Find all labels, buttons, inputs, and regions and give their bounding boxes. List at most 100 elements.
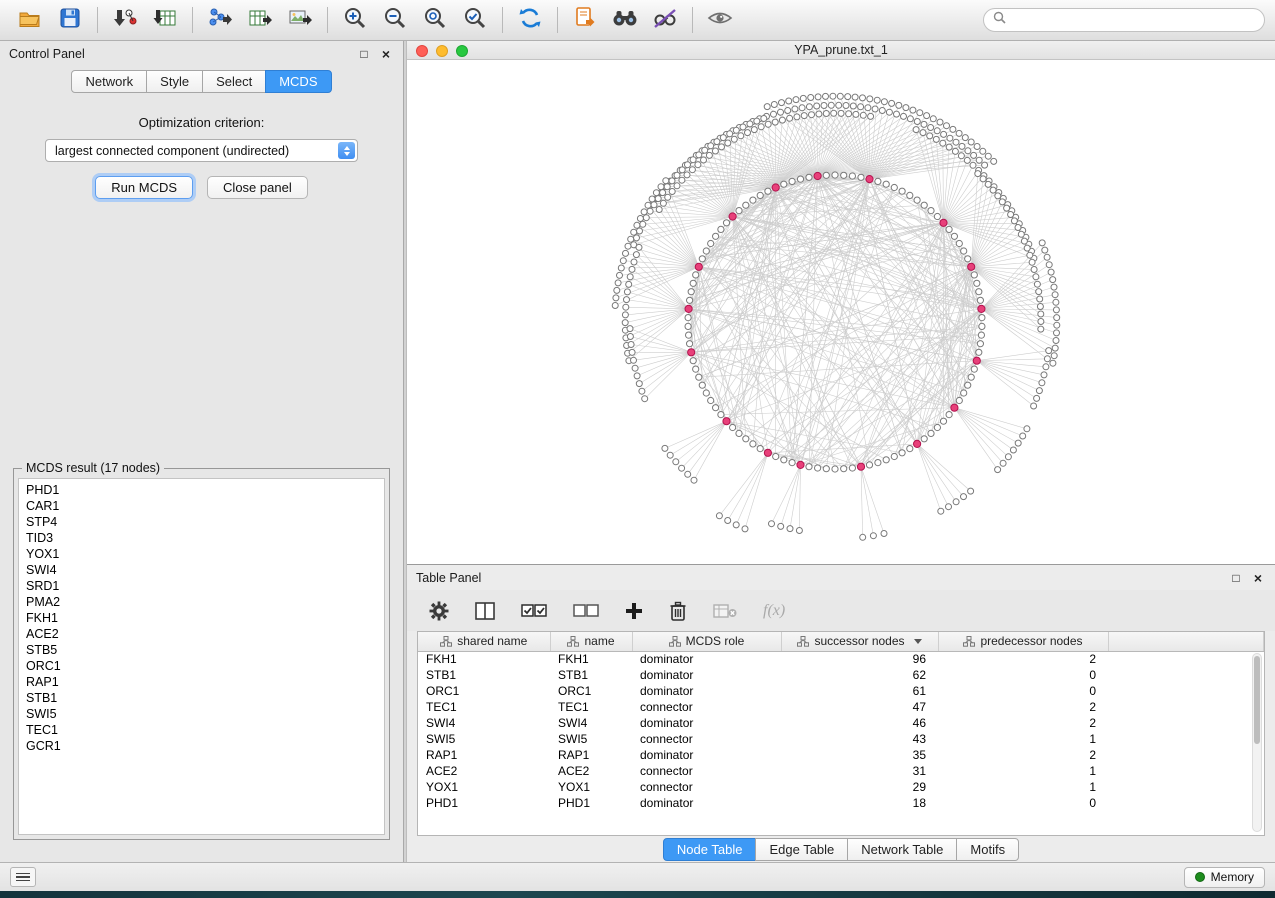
table-row[interactable]: ORC1ORC1dominator610	[418, 683, 1264, 699]
open-folder-button[interactable]	[10, 4, 50, 36]
tab-mcds[interactable]: MCDS	[265, 70, 331, 93]
export-network-button[interactable]	[200, 4, 240, 36]
table-row[interactable]: PHD1PHD1dominator180	[418, 795, 1264, 811]
zoom-selected-button[interactable]	[455, 4, 495, 36]
table-row[interactable]: RAP1RAP1dominator352	[418, 747, 1264, 763]
minimize-window-icon[interactable]	[436, 45, 448, 57]
clear-table-button[interactable]	[713, 598, 737, 624]
table-settings-button[interactable]	[429, 598, 449, 624]
table-row[interactable]: TEC1TEC1connector472	[418, 699, 1264, 715]
tab-edge-table[interactable]: Edge Table	[755, 838, 848, 861]
result-node-item[interactable]: PHD1	[26, 482, 377, 498]
result-node-item[interactable]: ACE2	[26, 626, 377, 642]
function-builder-button[interactable]: f(x)	[763, 598, 785, 624]
result-node-item[interactable]: STB5	[26, 642, 377, 658]
toolbar-separator	[97, 7, 98, 33]
show-columns-button[interactable]	[475, 598, 495, 624]
run-mcds-button[interactable]: Run MCDS	[95, 176, 193, 199]
column-type-icon	[440, 636, 452, 647]
select-all-button[interactable]	[521, 598, 547, 624]
result-node-item[interactable]: TID3	[26, 530, 377, 546]
zoom-fit-button[interactable]	[415, 4, 455, 36]
export-table-button[interactable]	[240, 4, 280, 36]
float-panel-icon[interactable]: □	[1228, 570, 1244, 586]
network-titlebar[interactable]: YPA_prune.txt_1	[407, 41, 1275, 60]
result-node-item[interactable]: FKH1	[26, 610, 377, 626]
table-cell: 62	[781, 667, 938, 683]
tab-motifs[interactable]: Motifs	[956, 838, 1019, 861]
tab-node-table[interactable]: Node Table	[663, 838, 757, 861]
export-image-button[interactable]	[280, 4, 320, 36]
clone-network-button[interactable]	[565, 4, 605, 36]
column-header-predecessor-nodes[interactable]: predecessor nodes	[938, 632, 1108, 651]
tab-network-table[interactable]: Network Table	[847, 838, 957, 861]
zoom-in-icon	[343, 6, 367, 35]
dropdown-value: largest connected component (undirected)	[55, 144, 289, 158]
result-node-item[interactable]: GCR1	[26, 738, 377, 754]
refresh-button[interactable]	[510, 4, 550, 36]
table-cell-filler	[1108, 699, 1264, 715]
zoom-out-button[interactable]	[375, 4, 415, 36]
tab-network[interactable]: Network	[71, 70, 147, 93]
result-node-item[interactable]: RAP1	[26, 674, 377, 690]
hide-annotations-button[interactable]	[645, 4, 685, 36]
memory-button[interactable]: Memory	[1184, 867, 1265, 888]
column-label: shared name	[457, 634, 527, 648]
toolbar-separator	[192, 7, 193, 33]
clone-network-icon	[573, 6, 597, 35]
find-button[interactable]	[605, 4, 645, 36]
table-cell: dominator	[632, 795, 781, 811]
network-svg[interactable]	[407, 60, 1273, 562]
dropdown-stepper-icon	[338, 142, 355, 159]
tab-select[interactable]: Select	[202, 70, 266, 93]
import-table-button[interactable]	[145, 4, 185, 36]
status-menu-button[interactable]	[10, 867, 36, 887]
result-node-item[interactable]: SWI5	[26, 706, 377, 722]
column-header-name[interactable]: name	[550, 632, 632, 651]
table-row[interactable]: SWI4SWI4dominator462	[418, 715, 1264, 731]
import-network-button[interactable]	[105, 4, 145, 36]
search-input[interactable]	[1011, 13, 1255, 27]
result-node-item[interactable]: SWI4	[26, 562, 377, 578]
close-window-icon[interactable]	[416, 45, 428, 57]
network-canvas[interactable]	[407, 60, 1275, 564]
result-node-item[interactable]: STB1	[26, 690, 377, 706]
toolbar-separator	[502, 7, 503, 33]
add-column-button[interactable]	[625, 598, 643, 624]
search-box[interactable]	[983, 8, 1265, 32]
column-header-mcds-role[interactable]: MCDS role	[632, 632, 781, 651]
float-panel-icon[interactable]: □	[356, 46, 372, 62]
table-row[interactable]: SWI5SWI5connector431	[418, 731, 1264, 747]
result-node-item[interactable]: YOX1	[26, 546, 377, 562]
result-node-item[interactable]: STP4	[26, 514, 377, 530]
table-scrollbar[interactable]	[1252, 653, 1262, 832]
delete-column-button[interactable]	[669, 598, 687, 624]
deselect-all-button[interactable]	[573, 598, 599, 624]
table-row[interactable]: FKH1FKH1dominator962	[418, 651, 1264, 667]
optimization-criterion-select[interactable]: largest connected component (undirected)	[45, 139, 358, 162]
show-eye-button[interactable]	[700, 4, 740, 36]
tab-style[interactable]: Style	[146, 70, 203, 93]
column-header-successor-nodes[interactable]: successor nodes	[781, 632, 938, 651]
maximize-window-icon[interactable]	[456, 45, 468, 57]
table-row[interactable]: ACE2ACE2connector311	[418, 763, 1264, 779]
close-panel-icon[interactable]: ×	[378, 46, 394, 62]
table-cell: connector	[632, 731, 781, 747]
table-cell: RAP1	[418, 747, 550, 763]
close-panel-icon[interactable]: ×	[1250, 570, 1266, 586]
result-node-item[interactable]: SRD1	[26, 578, 377, 594]
table-cell: 0	[938, 667, 1108, 683]
result-node-item[interactable]: TEC1	[26, 722, 377, 738]
scrollbar-thumb[interactable]	[1254, 656, 1260, 744]
zoom-in-button[interactable]	[335, 4, 375, 36]
result-node-item[interactable]: ORC1	[26, 658, 377, 674]
result-node-item[interactable]: PMA2	[26, 594, 377, 610]
column-header-shared-name[interactable]: shared name	[418, 632, 550, 651]
mcds-result-list[interactable]: PHD1CAR1STP4TID3YOX1SWI4SRD1PMA2FKH1ACE2…	[18, 478, 385, 835]
result-node-item[interactable]: CAR1	[26, 498, 377, 514]
table-row[interactable]: STB1STB1dominator620	[418, 667, 1264, 683]
save-button[interactable]	[50, 4, 90, 36]
table-row[interactable]: YOX1YOX1connector291	[418, 779, 1264, 795]
control-panel-tabs: NetworkStyleSelectMCDS	[0, 66, 403, 99]
close-panel-button[interactable]: Close panel	[207, 176, 308, 199]
